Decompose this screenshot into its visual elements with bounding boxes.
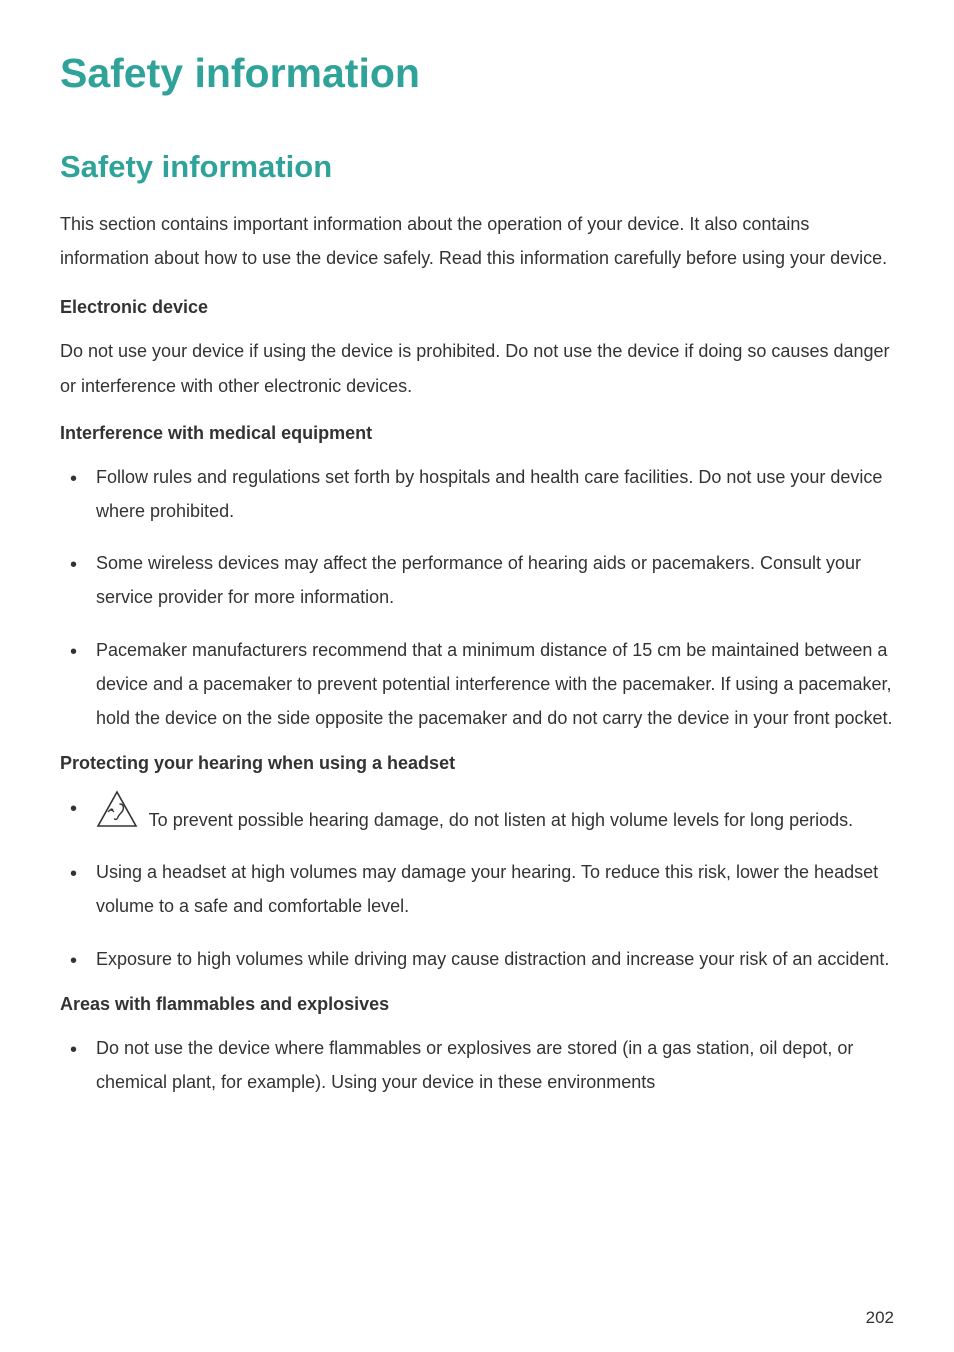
hearing-heading: Protecting your hearing when using a hea… <box>60 753 894 774</box>
list-item: To prevent possible hearing damage, do n… <box>60 790 894 837</box>
list-item: Pacemaker manufacturers recommend that a… <box>60 633 894 736</box>
electronic-heading: Electronic device <box>60 297 894 318</box>
list-item: Do not use the device where flammables o… <box>60 1031 894 1099</box>
electronic-body: Do not use your device if using the devi… <box>60 334 894 402</box>
list-item-text: To prevent possible hearing damage, do n… <box>144 810 853 830</box>
medical-heading: Interference with medical equipment <box>60 423 894 444</box>
page-title: Safety information <box>60 50 894 97</box>
list-item: Follow rules and regulations set forth b… <box>60 460 894 528</box>
intro-paragraph: This section contains important informat… <box>60 207 894 275</box>
list-item: Exposure to high volumes while driving m… <box>60 942 894 976</box>
hearing-damage-icon <box>96 790 138 839</box>
section-heading: Safety information <box>60 149 894 185</box>
list-item: Using a headset at high volumes may dama… <box>60 855 894 923</box>
page-number: 202 <box>866 1308 894 1328</box>
flammables-heading: Areas with flammables and explosives <box>60 994 894 1015</box>
list-item: Some wireless devices may affect the per… <box>60 546 894 614</box>
